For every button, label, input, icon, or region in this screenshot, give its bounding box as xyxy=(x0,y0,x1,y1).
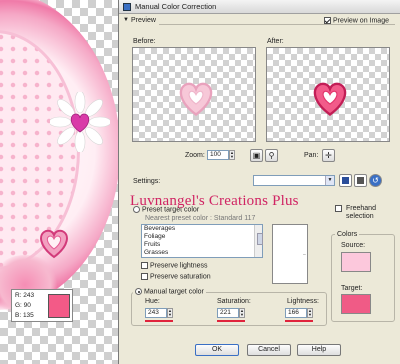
list-scrollbar[interactable] xyxy=(254,225,263,257)
hue-label: Hue: xyxy=(145,298,160,305)
colors-group-label: Colors xyxy=(335,231,360,238)
pan-label: Pan: xyxy=(304,152,319,159)
after-heart-icon xyxy=(313,82,347,116)
dropdown-arrow-icon[interactable]: ▼ xyxy=(325,176,334,185)
lightness-input[interactable]: 166 xyxy=(285,308,307,318)
zoom-label: Zoom: xyxy=(185,152,205,159)
after-preview[interactable] xyxy=(266,47,390,142)
zoom-spinner[interactable]: ▲ ▼ xyxy=(229,150,235,160)
before-preview[interactable] xyxy=(132,47,256,142)
saturation-input[interactable]: 221 xyxy=(217,308,239,318)
preset-list[interactable]: Beverages Foliage Fruits Grasses xyxy=(141,224,263,258)
settings-label: Settings: xyxy=(133,178,161,185)
list-item[interactable]: Foliage xyxy=(142,233,262,241)
preserve-saturation-check[interactable] xyxy=(141,273,148,280)
dialog-title: Manual Color Correction xyxy=(135,2,217,11)
manual-target-radio-button[interactable] xyxy=(135,288,142,295)
cancel-button[interactable]: Cancel xyxy=(247,344,291,356)
lightness-slider[interactable] xyxy=(285,320,313,322)
preview-divider xyxy=(159,24,395,25)
source-color-swatch[interactable] xyxy=(341,252,371,272)
source-label: Source: xyxy=(341,242,366,249)
settings-manager-icon[interactable] xyxy=(354,174,367,187)
preserve-lightness-label: Preserve lightness xyxy=(149,262,208,270)
list-item[interactable]: Beverages xyxy=(142,225,262,233)
hue-spinner[interactable]: ▲ ▼ xyxy=(167,308,173,318)
lightness-spinner[interactable]: ▲ ▼ xyxy=(307,308,313,318)
preserve-saturation-label: Preserve saturation xyxy=(149,273,211,281)
preview-on-image-check[interactable] xyxy=(324,17,331,24)
manual-target-label: Manual target color xyxy=(143,288,204,296)
hue-value: 243 xyxy=(148,309,159,316)
zoom-magnifier-icon[interactable]: ⚲ xyxy=(265,149,278,162)
lightness-label: Lightness: xyxy=(287,298,319,305)
daisy-flower-icon xyxy=(50,92,110,152)
watermark-text: Luvnangel's Creations Plus xyxy=(130,193,299,209)
help-button[interactable]: Help xyxy=(297,344,341,356)
zoom-value: 100 xyxy=(210,151,221,158)
manual-target-radio[interactable]: Manual target color xyxy=(133,288,206,296)
target-color-swatch[interactable] xyxy=(341,294,371,314)
saturation-label: Saturation: xyxy=(217,298,251,305)
app-icon xyxy=(123,3,131,11)
saturation-value: 221 xyxy=(220,309,231,316)
ok-button[interactable]: OK xyxy=(195,344,239,356)
preset-color-preview: – xyxy=(272,224,308,284)
zoom-fit-icon[interactable]: ▣ xyxy=(250,149,263,162)
target-label: Target: xyxy=(341,285,363,292)
heart-ornament-icon xyxy=(40,229,68,259)
zoom-input[interactable]: 100 xyxy=(207,150,229,160)
color-readout: R: 243 G: 90 B: 135 xyxy=(11,289,73,322)
list-item[interactable]: Grasses xyxy=(142,249,262,257)
saturation-slider[interactable] xyxy=(217,320,245,322)
sampled-color-swatch xyxy=(48,294,70,318)
saturation-spinner[interactable]: ▲ ▼ xyxy=(239,308,245,318)
title-bar: Manual Color Correction xyxy=(119,0,400,14)
preview-section-label: Preview xyxy=(131,17,156,24)
reset-icon[interactable]: ↺ xyxy=(369,174,382,187)
save-settings-icon[interactable] xyxy=(339,174,352,187)
hue-slider[interactable] xyxy=(145,320,173,322)
before-label: Before: xyxy=(133,38,156,45)
pan-move-icon[interactable]: ✛ xyxy=(322,149,335,162)
preserve-saturation-checkbox[interactable]: Preserve saturation xyxy=(141,273,211,280)
settings-dropdown[interactable]: ▼ xyxy=(253,175,335,186)
collapse-arrow-icon[interactable]: ▼ xyxy=(123,17,129,23)
preserve-lightness-check[interactable] xyxy=(141,262,148,269)
lightness-value: 166 xyxy=(288,309,299,316)
before-heart-icon xyxy=(179,82,213,116)
preserve-lightness-checkbox[interactable]: Preserve lightness xyxy=(141,262,208,269)
list-item[interactable]: Fruits xyxy=(142,241,262,249)
after-label: After: xyxy=(267,38,284,45)
hue-input[interactable]: 243 xyxy=(145,308,167,318)
nearest-preset-label: Nearest preset color : Standard 117 xyxy=(145,215,256,222)
manual-color-correction-dialog: Manual Color Correction ▼ Preview Previe… xyxy=(118,0,400,364)
